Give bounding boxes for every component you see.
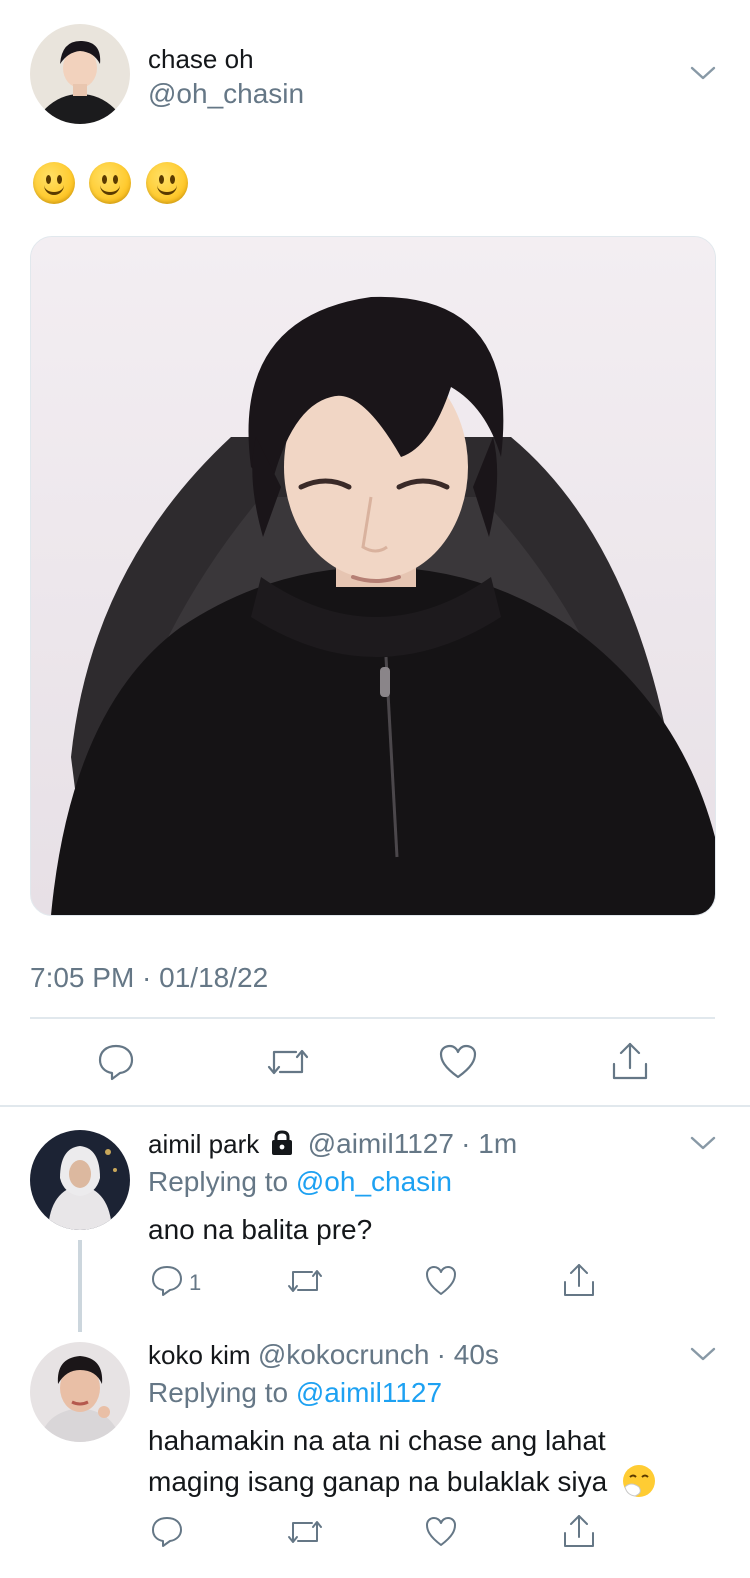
replying-to: Replying to @oh_chasin: [148, 1166, 452, 1198]
like-icon[interactable]: [424, 1515, 458, 1554]
reply-header: koko kim @kokocrunch · 40s: [148, 1339, 499, 1371]
reply-display-name[interactable]: koko kim: [148, 1340, 251, 1370]
replying-to: Replying to @aimil1127: [148, 1377, 442, 1409]
replying-to-link[interactable]: @aimil1127: [296, 1377, 442, 1408]
chevron-down-icon[interactable]: [690, 1345, 716, 1363]
retweet-icon[interactable]: [286, 1515, 324, 1554]
reply-count: 1: [189, 1270, 202, 1295]
share-icon[interactable]: [562, 1262, 596, 1303]
reply-time[interactable]: · 40s: [437, 1339, 499, 1370]
replying-to-prefix: Replying to: [148, 1166, 296, 1197]
replying-to-prefix: Replying to: [148, 1377, 296, 1408]
thread-line: [78, 1240, 82, 1332]
reply-avatar-image: [30, 1130, 130, 1230]
reply-text: ano na balita pre?: [148, 1214, 373, 1245]
reply-avatar[interactable]: [30, 1342, 130, 1442]
reply-avatar[interactable]: [30, 1130, 130, 1230]
share-icon[interactable]: [562, 1513, 596, 1554]
tweet-timestamp[interactable]: 7:05 PM · 01/18/22: [30, 962, 268, 994]
divider: [30, 1017, 715, 1019]
author-avatar-image: [30, 24, 130, 124]
like-icon[interactable]: [424, 1264, 458, 1303]
photo-person: [31, 237, 715, 915]
lock-icon: [270, 1130, 294, 1163]
reply-handle[interactable]: @aimil1127: [308, 1128, 454, 1159]
slightly-smiling-face-icon: [145, 162, 188, 204]
chevron-down-icon[interactable]: [690, 64, 716, 82]
slightly-smiling-face-icon: [33, 162, 75, 204]
share-icon[interactable]: [610, 1040, 650, 1087]
slightly-smiling-face-icon: [89, 162, 132, 204]
reply-text-line-1: hahamakin na ata ni chase ang lahat: [148, 1425, 606, 1456]
author-display-name[interactable]: chase oh: [148, 44, 254, 75]
chevron-down-icon[interactable]: [690, 1134, 716, 1152]
tweet-text-emojis: [33, 162, 198, 206]
reply-text-line-2-text: maging isang ganap na bulaklak siya: [148, 1466, 608, 1497]
author-handle[interactable]: @oh_chasin: [148, 78, 304, 110]
reply-display-name[interactable]: aimil park: [148, 1129, 259, 1159]
reply-icon[interactable]: [150, 1264, 184, 1303]
retweet-icon[interactable]: [266, 1042, 310, 1087]
reply-avatar-image: [30, 1342, 130, 1442]
sneezing-face-icon: [621, 1463, 657, 1506]
reply-header: aimil park @aimil1127 · 1m: [148, 1128, 517, 1163]
retweet-icon[interactable]: [286, 1264, 324, 1303]
like-icon[interactable]: [438, 1042, 478, 1087]
reply-text-line-2: maging isang ganap na bulaklak siya: [148, 1463, 657, 1506]
tweet-media-image[interactable]: [30, 236, 716, 916]
author-avatar[interactable]: [30, 24, 130, 124]
reply-time[interactable]: · 1m: [461, 1128, 517, 1159]
reply-handle[interactable]: @kokocrunch: [258, 1339, 430, 1370]
reply-icon[interactable]: [150, 1515, 184, 1554]
section-divider: [0, 1105, 750, 1107]
replying-to-link[interactable]: @oh_chasin: [296, 1166, 452, 1197]
reply-icon[interactable]: [96, 1042, 136, 1087]
